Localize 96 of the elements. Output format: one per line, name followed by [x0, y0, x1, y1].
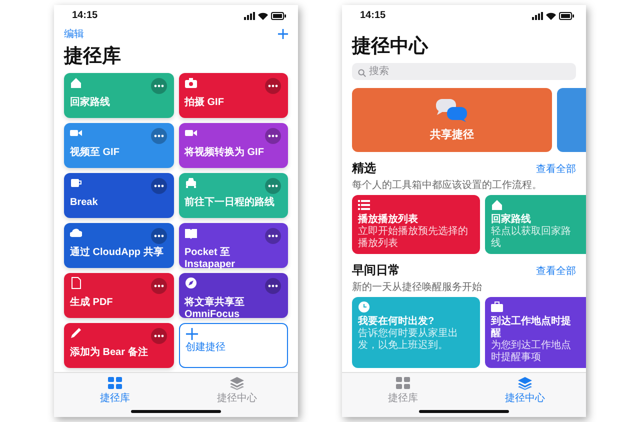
more-icon: [264, 177, 282, 195]
section-title: 早间日常: [352, 262, 400, 279]
briefcase-icon: [491, 301, 503, 313]
shortcut-card[interactable]: 拍摄 GIF: [178, 73, 288, 118]
document-icon: [70, 277, 82, 289]
video-camera-icon: [70, 127, 82, 139]
add-button[interactable]: [278, 29, 288, 39]
house-icon: [70, 77, 82, 89]
tab[interactable]: 捷径库: [54, 377, 176, 405]
compass-icon: [184, 277, 196, 289]
banner-preview: [557, 88, 586, 152]
card-title: 播放播放列表: [358, 214, 419, 226]
battery-icon: [559, 12, 574, 20]
shortcut-card[interactable]: 视频至 GIF: [64, 123, 174, 168]
card-subtitle: 立即开始播放预先选择的播放列表: [358, 226, 469, 249]
cloud-icon: [70, 227, 82, 239]
tab[interactable]: 捷径中心: [176, 377, 298, 405]
status-time: 14:15: [72, 10, 98, 21]
page-title: 捷径库: [62, 44, 122, 69]
create-shortcut-card[interactable]: 创建捷径: [178, 323, 288, 368]
shortcut-card[interactable]: 前往下一日程的路线: [178, 173, 288, 218]
shortcut-card[interactable]: Break: [64, 173, 174, 218]
section-description: 每个人的工具箱中都应该设置的工作流程。: [351, 178, 543, 193]
tab[interactable]: 捷径库: [342, 377, 464, 405]
clock-icon: [358, 301, 370, 313]
card-title: 我要在何时出发?: [358, 316, 436, 328]
shortcut-card[interactable]: 添加为 Bear 备注: [64, 323, 174, 368]
shortcut-card[interactable]: 我要在何时出发? 告诉您何时要从家里出发，以免上班迟到。: [352, 297, 480, 368]
shortcut-label: 通过 CloudApp 共享: [70, 247, 164, 258]
tab[interactable]: 捷径中心: [464, 377, 586, 405]
see-all-link[interactable]: 查看全部: [536, 264, 576, 278]
shortcut-label: 将文章共享至 OmniFocus: [184, 297, 246, 320]
section-title: 精选: [352, 160, 376, 177]
chat-bubbles-icon: [436, 98, 468, 122]
status-time: 14:15: [360, 10, 386, 21]
shortcut-card[interactable]: Pocket 至 Instapaper: [178, 223, 288, 268]
shortcut-label: 前往下一日程的路线: [184, 197, 276, 208]
signal-icon: [244, 12, 255, 20]
house-icon: [491, 199, 503, 211]
book-icon: [184, 227, 196, 239]
shortcut-card[interactable]: 生成 PDF: [64, 273, 174, 318]
wifi-icon: [258, 12, 268, 20]
banner-title: 共享捷径: [430, 128, 474, 142]
shortcut-label: 添加为 Bear 备注: [70, 347, 149, 358]
shortcut-label: 视频至 GIF: [70, 147, 120, 158]
more-icon: [264, 227, 282, 245]
search-icon: [358, 69, 366, 77]
shortcut-label: 生成 PDF: [70, 297, 114, 308]
shortcut-card[interactable]: 通过 CloudApp 共享: [64, 223, 174, 268]
shortcut-label: 创建捷径: [186, 342, 226, 354]
plus-icon: [186, 328, 198, 340]
grid-icon: [108, 377, 122, 390]
card-subtitle: 为您到达工作地点时提醒事项: [491, 340, 572, 363]
car-icon: [184, 177, 196, 189]
shortcut-card[interactable]: 播放播放列表 立即开始播放预先选择的播放列表: [352, 195, 480, 254]
camera-icon: [184, 77, 196, 89]
more-icon: [264, 277, 282, 295]
more-icon: [150, 77, 168, 95]
more-icon: [150, 127, 168, 145]
see-all-link[interactable]: 查看全部: [536, 162, 576, 176]
card-subtitle: 轻点以获取回家路线: [491, 226, 572, 249]
card-title: 到达工作地点时提醒: [491, 316, 572, 340]
search-field[interactable]: 搜索: [352, 63, 576, 80]
plus-icon: [278, 29, 288, 39]
more-icon: [150, 327, 168, 345]
shortcut-label: Break: [70, 197, 99, 208]
shortcut-label: 拍摄 GIF: [184, 97, 225, 108]
edit-link[interactable]: 编辑: [64, 27, 84, 41]
cup-icon: [70, 177, 82, 189]
grid-icon: [396, 377, 410, 390]
wifi-icon: [546, 12, 556, 20]
battery-icon: [271, 12, 286, 20]
card-subtitle: 告诉您何时要从家里出发，以免上班迟到。: [358, 328, 459, 351]
featured-banner[interactable]: 共享捷径: [352, 88, 552, 152]
shortcut-label: 将视频转换为 GIF: [184, 147, 265, 158]
shortcut-label: 回家路线: [70, 97, 111, 108]
layers-icon: [230, 377, 244, 390]
shortcut-card[interactable]: 将视频转换为 GIF: [178, 123, 288, 168]
more-icon: [150, 227, 168, 245]
more-icon: [150, 277, 168, 295]
shortcut-card[interactable]: 将文章共享至 OmniFocus: [178, 273, 288, 318]
more-icon: [264, 77, 282, 95]
card-title: 回家路线: [491, 214, 532, 226]
shortcut-card[interactable]: 到达工作地点时提醒 为您到达工作地点时提醒事项: [485, 297, 586, 368]
video-camera-icon: [184, 127, 196, 139]
page-title: 捷径中心: [350, 34, 430, 59]
layers-icon: [518, 377, 532, 390]
pencil-icon: [70, 327, 82, 339]
shortcut-card[interactable]: 回家路线: [64, 73, 174, 118]
list-icon: [358, 199, 370, 211]
signal-icon: [532, 12, 543, 20]
shortcut-card[interactable]: 回家路线 轻点以获取回家路线: [485, 195, 586, 254]
more-icon: [150, 177, 168, 195]
shortcut-label: Pocket 至 Instapaper: [184, 247, 236, 270]
section-description: 新的一天从捷径唤醒服务开始: [351, 280, 483, 295]
more-icon: [264, 127, 282, 145]
